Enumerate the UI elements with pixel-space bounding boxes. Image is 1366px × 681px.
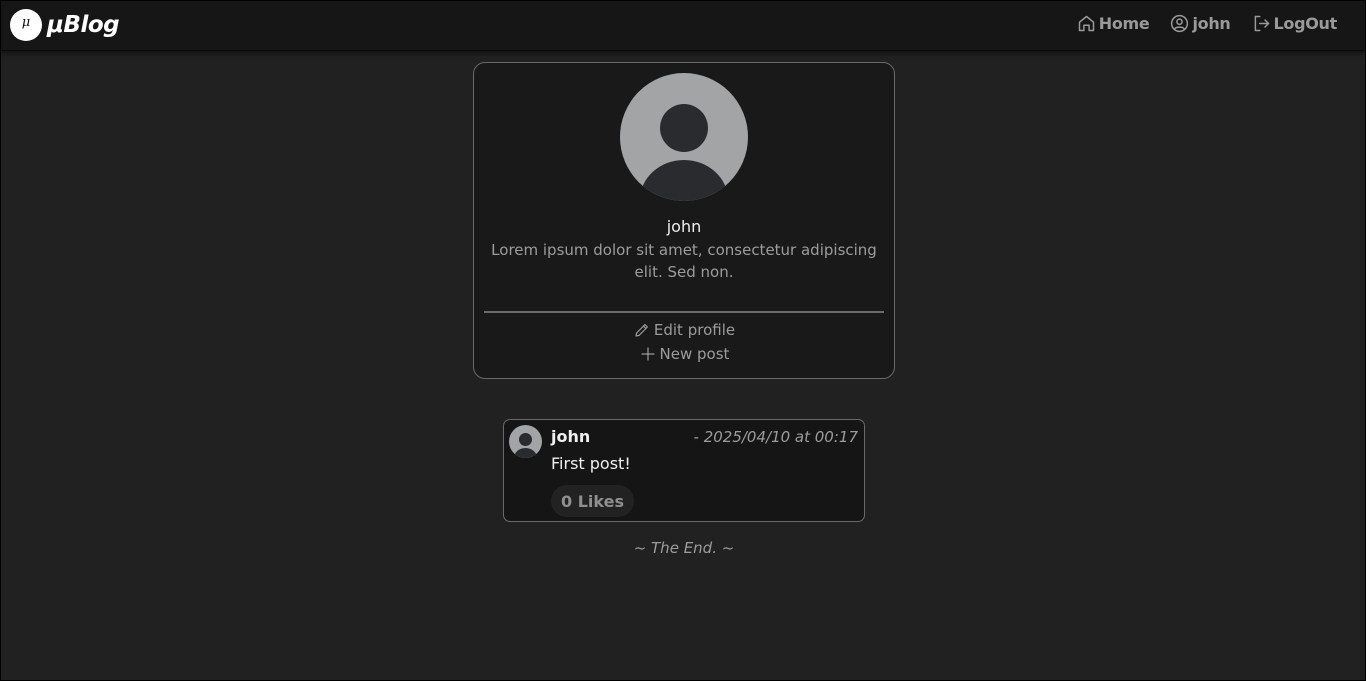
profile-bio: Lorem ipsum dolor sit amet, consectetur … (491, 241, 877, 281)
nav-user-label: john (1192, 14, 1231, 33)
edit-profile-label: Edit profile (653, 321, 736, 339)
brand-link[interactable]: μ μBlog (10, 9, 120, 41)
logout-icon (1254, 15, 1269, 32)
brand-name: μBlog (47, 12, 120, 38)
nav-user-link[interactable]: john (1169, 13, 1231, 34)
post-author[interactable]: john (551, 427, 590, 446)
post-avatar-head (519, 433, 532, 446)
end-of-feed: ~ The End. ~ (633, 539, 735, 557)
edit-profile-button[interactable]: Edit profile (474, 321, 894, 339)
divider (484, 311, 884, 313)
pencil-icon (635, 324, 648, 337)
nav-logout-label: LogOut (1273, 14, 1338, 33)
post-date: - 2025/04/10 at 00:17 (693, 428, 858, 446)
user-circle-icon (1171, 14, 1189, 33)
profile-card: john Lorem ipsum dolor sit amet, consect… (473, 62, 895, 379)
post-avatar-body (514, 448, 537, 458)
new-post-button[interactable]: New post (474, 345, 894, 363)
like-button[interactable]: 0 Likes (551, 485, 634, 517)
post-card: john - 2025/04/10 at 00:17 First post! 0… (503, 419, 865, 522)
post-text: First post! (551, 454, 631, 473)
post-avatar[interactable] (509, 425, 542, 458)
navbar: μ μBlog Home john LogOut (1, 1, 1365, 51)
new-post-label: New post (659, 345, 730, 363)
nav-logout-link[interactable]: LogOut (1251, 13, 1337, 34)
nav-home-label: Home (1098, 14, 1150, 33)
plus-icon (640, 347, 655, 361)
brand-logo-icon: μ (10, 9, 42, 41)
profile-name: john (666, 217, 702, 236)
avatar-head (660, 104, 708, 152)
nav-home-link[interactable]: Home (1076, 13, 1150, 34)
nav-links: Home john LogOut (1076, 13, 1337, 34)
home-icon (1078, 15, 1094, 32)
avatar (620, 73, 748, 201)
avatar-body (640, 160, 728, 201)
